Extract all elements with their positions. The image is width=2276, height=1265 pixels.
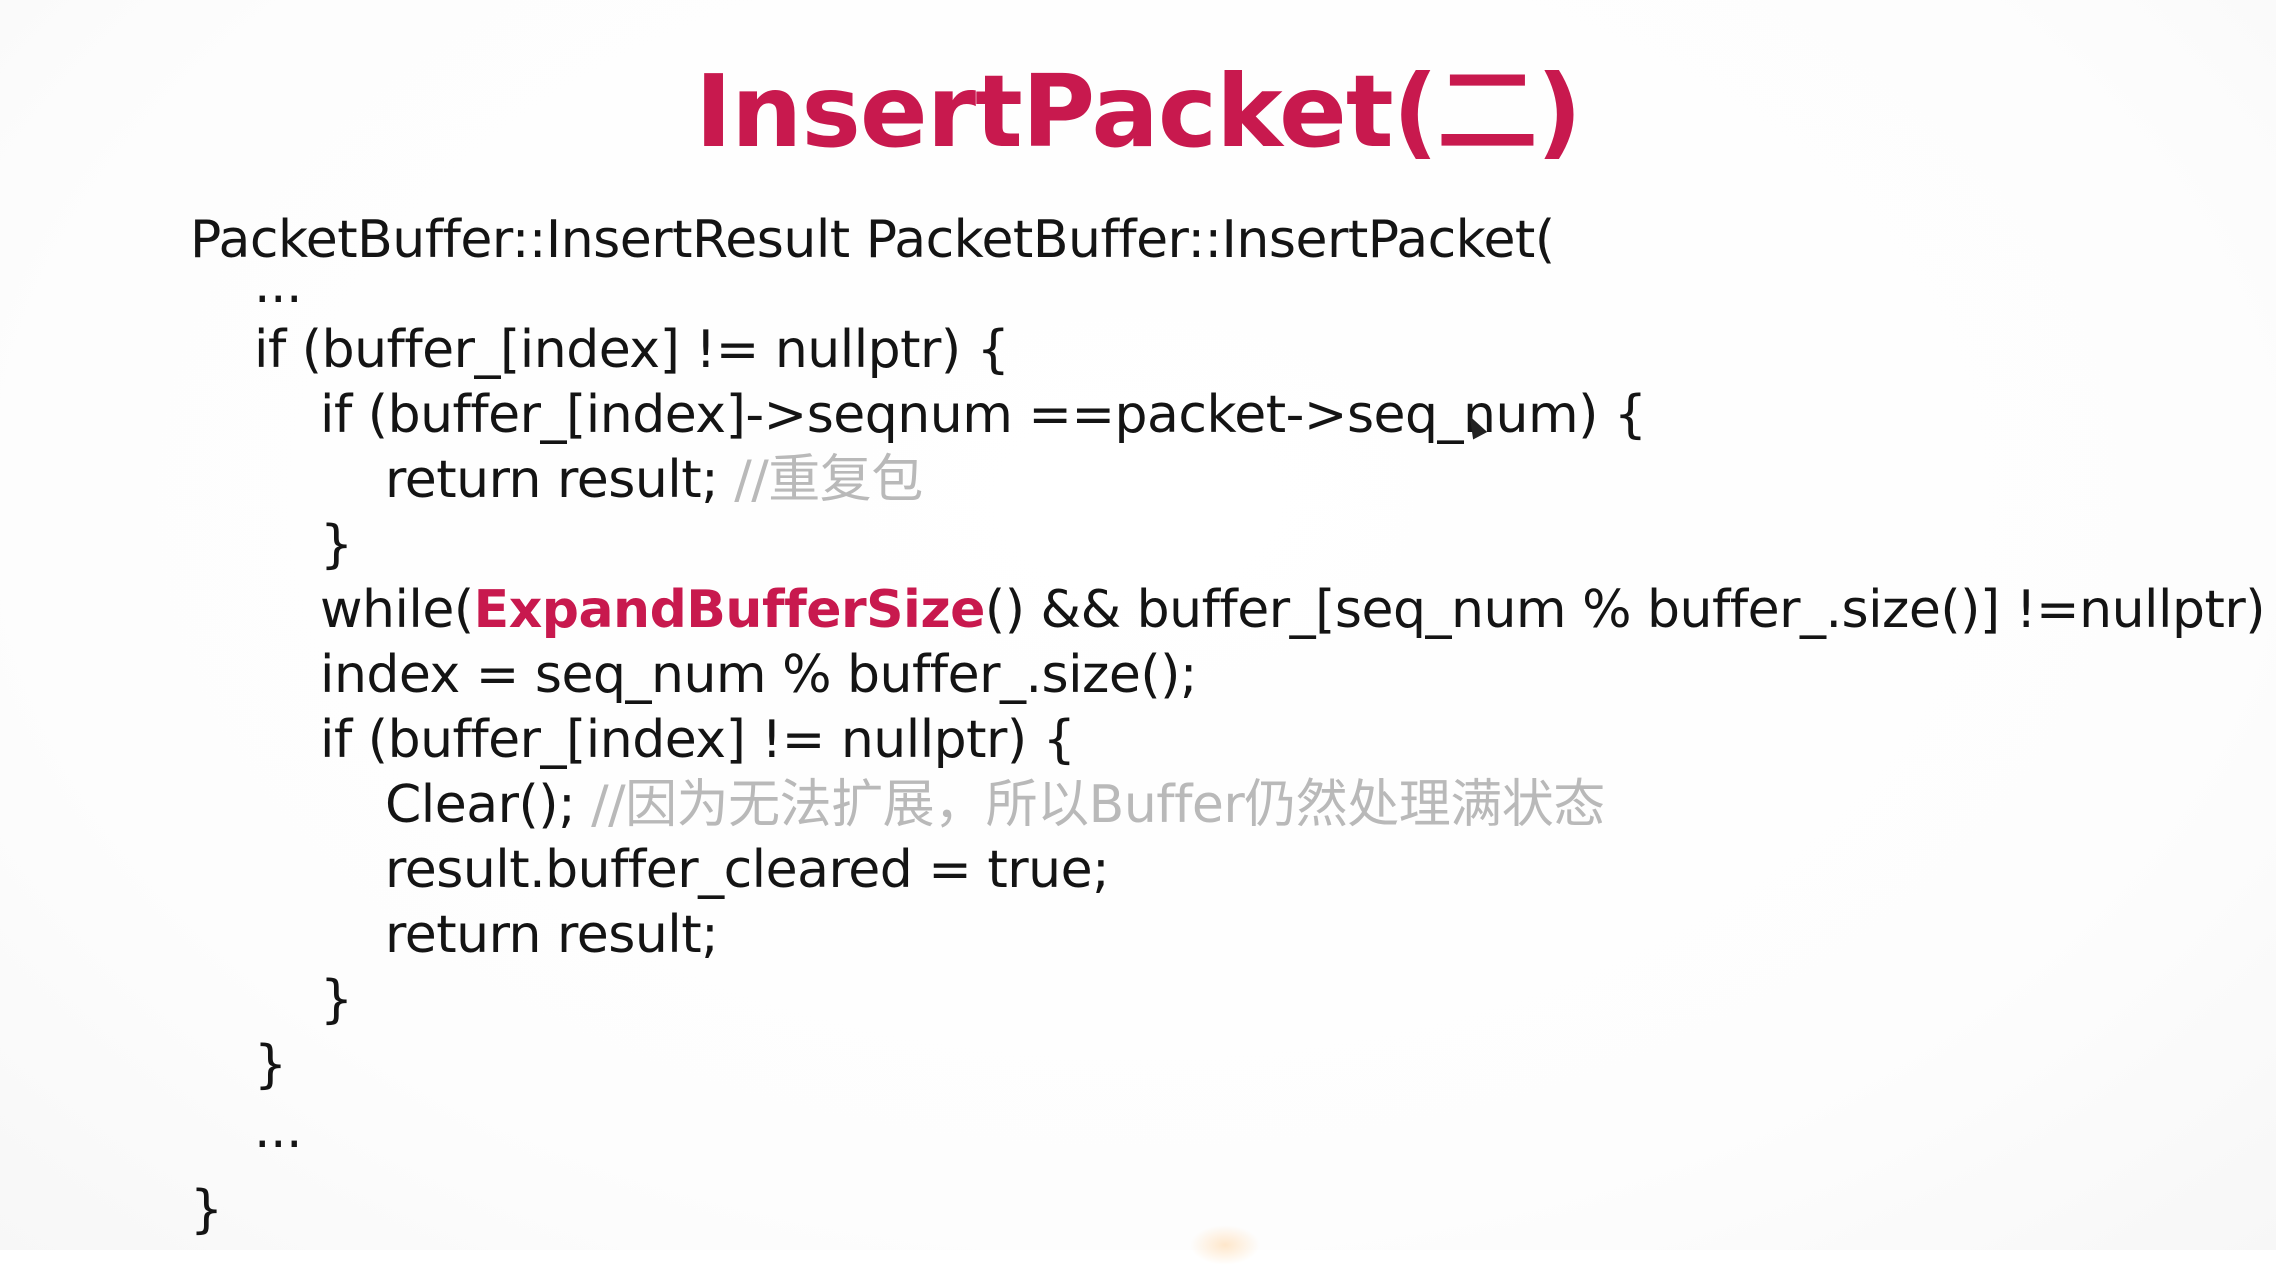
code-comment: //因为无法扩展，所以Buffer仍然处理满状态	[591, 775, 1605, 835]
code-text: return result;	[385, 450, 735, 510]
code-line-15: ...	[254, 1100, 303, 1160]
code-line-11: result.buffer_cleared = true;	[385, 840, 1110, 900]
code-line-5: return result; //重复包	[385, 450, 923, 510]
code-line-7: while(ExpandBufferSize() && buffer_[seq_…	[320, 580, 2276, 640]
code-comment: //重复包	[734, 450, 923, 510]
light-glare	[1190, 1225, 1260, 1265]
code-line-2: ...	[254, 255, 303, 315]
code-line-14: }	[254, 1035, 287, 1095]
code-line-16: }	[190, 1180, 223, 1240]
code-text: while(	[320, 580, 474, 640]
code-line-12: return result;	[385, 905, 719, 965]
code-line-6: }	[320, 515, 353, 575]
slide-title: InsertPacket(二)	[694, 53, 1582, 170]
code-text: () && buffer_[seq_num % buffer_.size()] …	[984, 580, 2276, 640]
slide: InsertPacket(二) PacketBuffer::InsertResu…	[0, 0, 2276, 1265]
code-line-13: }	[320, 970, 353, 1030]
code-line-10: Clear(); //因为无法扩展，所以Buffer仍然处理满状态	[385, 775, 1605, 835]
code-line-9: if (buffer_[index] != nullptr) {	[320, 710, 1076, 770]
code-line-8: index = seq_num % buffer_.size();	[320, 645, 1197, 705]
code-line-4: if (buffer_[index]->seqnum ==packet->seq…	[320, 385, 1647, 445]
code-text: Clear();	[385, 775, 592, 835]
code-line-1: PacketBuffer::InsertResult PacketBuffer:…	[190, 210, 1555, 270]
code-line-3: if (buffer_[index] != nullptr) {	[254, 320, 1010, 380]
highlighted-function: ExpandBufferSize	[473, 580, 986, 640]
